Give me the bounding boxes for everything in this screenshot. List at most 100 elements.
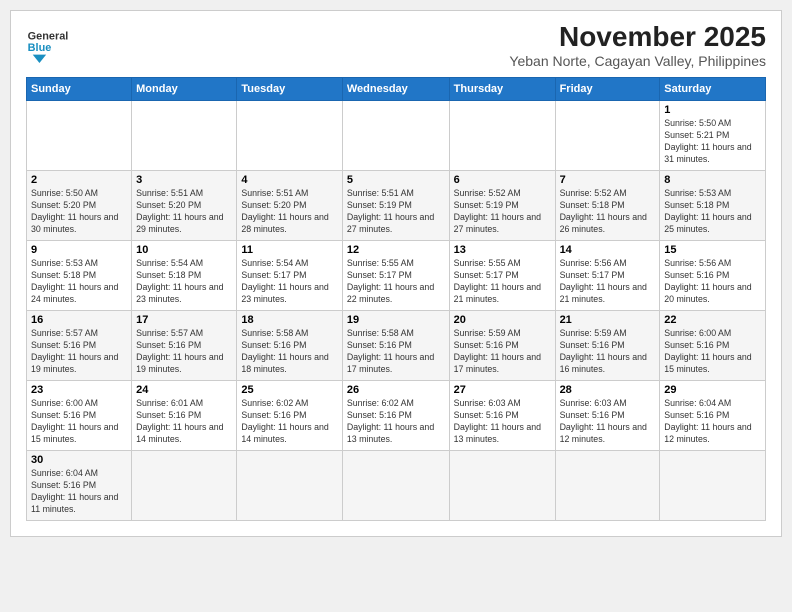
day-number: 11	[241, 244, 337, 256]
day-number: 8	[664, 174, 761, 186]
calendar-cell	[660, 451, 766, 521]
calendar-cell: 24 Sunrise: 6:01 AM Sunset: 5:16 PM Dayli…	[132, 381, 237, 451]
day-number: 28	[560, 384, 656, 396]
calendar-cell: 25Sunrise: 6:02 AM Sunset: 5:16 PM Dayli…	[237, 381, 342, 451]
day-number: 22	[664, 314, 761, 326]
calendar-cell: 5Sunrise: 5:51 AM Sunset: 5:19 PM Daylig…	[342, 171, 449, 241]
col-sunday: Sunday	[27, 78, 132, 101]
day-info: Sunrise: 5:57 AM Sunset: 5:16 PM Dayligh…	[136, 328, 232, 376]
day-number: 2	[31, 174, 127, 186]
calendar-week-row: 30 Sunrise: 6:04 AM Sunset: 5:16 PM Dayli…	[27, 451, 766, 521]
day-info: Sunrise: 5:51 AM Sunset: 5:20 PM Dayligh…	[241, 188, 337, 236]
calendar-cell	[237, 451, 342, 521]
day-number: 30	[31, 454, 127, 466]
calendar-cell: 16 Sunrise: 5:57 AM Sunset: 5:16 PM Dayli…	[27, 311, 132, 381]
generalblue-logo-icon: General Blue	[26, 21, 68, 63]
day-number: 10	[136, 244, 232, 256]
calendar-cell: 28 Sunrise: 6:03 AM Sunset: 5:16 PM Dayli…	[555, 381, 660, 451]
day-info: Sunrise: 6:04 AM Sunset: 5:16 PM Dayligh…	[664, 398, 761, 446]
header-row: Sunday Monday Tuesday Wednesday Thursday…	[27, 78, 766, 101]
day-number: 1	[664, 104, 761, 116]
calendar-cell: 2Sunrise: 5:50 AM Sunset: 5:20 PM Daylig…	[27, 171, 132, 241]
day-info: Sunrise: 6:03 AM Sunset: 5:16 PM Dayligh…	[454, 398, 551, 446]
day-info: Sunrise: 5:53 AM Sunset: 5:18 PM Dayligh…	[664, 188, 761, 236]
day-info: Sunrise: 6:01 AM Sunset: 5:16 PM Dayligh…	[136, 398, 232, 446]
day-info: Sunrise: 5:51 AM Sunset: 5:20 PM Dayligh…	[136, 188, 232, 236]
calendar-cell: 14Sunrise: 5:56 AM Sunset: 5:17 PM Dayli…	[555, 241, 660, 311]
calendar-cell: 26Sunrise: 6:02 AM Sunset: 5:16 PM Dayli…	[342, 381, 449, 451]
day-number: 7	[560, 174, 656, 186]
calendar-cell	[342, 101, 449, 171]
calendar-cell	[27, 101, 132, 171]
day-info: Sunrise: 5:52 AM Sunset: 5:19 PM Dayligh…	[454, 188, 551, 236]
day-info: Sunrise: 5:54 AM Sunset: 5:17 PM Dayligh…	[241, 258, 337, 306]
day-number: 3	[136, 174, 232, 186]
day-info: Sunrise: 5:59 AM Sunset: 5:16 PM Dayligh…	[560, 328, 656, 376]
day-info: Sunrise: 5:59 AM Sunset: 5:16 PM Dayligh…	[454, 328, 551, 376]
calendar-week-row: 2Sunrise: 5:50 AM Sunset: 5:20 PM Daylig…	[27, 171, 766, 241]
calendar-cell	[132, 101, 237, 171]
calendar-cell: 30 Sunrise: 6:04 AM Sunset: 5:16 PM Dayli…	[27, 451, 132, 521]
day-number: 29	[664, 384, 761, 396]
day-info: Sunrise: 5:57 AM Sunset: 5:16 PM Dayligh…	[31, 328, 127, 376]
svg-text:Blue: Blue	[28, 42, 52, 54]
calendar-week-row: 1 Sunrise: 5:50 AM Sunset: 5:21 PM Daylig…	[27, 101, 766, 171]
calendar-cell	[555, 101, 660, 171]
day-number: 27	[454, 384, 551, 396]
calendar-page: General Blue November 2025 Yeban Norte, …	[10, 10, 782, 537]
calendar-cell: 7Sunrise: 5:52 AM Sunset: 5:18 PM Daylig…	[555, 171, 660, 241]
calendar-cell: 19Sunrise: 5:58 AM Sunset: 5:16 PM Dayli…	[342, 311, 449, 381]
calendar-cell: 9Sunrise: 5:53 AM Sunset: 5:18 PM Daylig…	[27, 241, 132, 311]
calendar-cell	[555, 451, 660, 521]
day-info: Sunrise: 5:55 AM Sunset: 5:17 PM Dayligh…	[347, 258, 445, 306]
calendar-cell: 18Sunrise: 5:58 AM Sunset: 5:16 PM Dayli…	[237, 311, 342, 381]
calendar-cell: 4 Sunrise: 5:51 AM Sunset: 5:20 PM Daylig…	[237, 171, 342, 241]
calendar-cell: 22 Sunrise: 6:00 AM Sunset: 5:16 PM Dayli…	[660, 311, 766, 381]
calendar-cell: 21Sunrise: 5:59 AM Sunset: 5:16 PM Dayli…	[555, 311, 660, 381]
calendar-cell: 27 Sunrise: 6:03 AM Sunset: 5:16 PM Dayli…	[449, 381, 555, 451]
day-number: 24	[136, 384, 232, 396]
calendar-table: Sunday Monday Tuesday Wednesday Thursday…	[26, 77, 766, 521]
calendar-cell	[449, 451, 555, 521]
calendar-header: Sunday Monday Tuesday Wednesday Thursday…	[27, 78, 766, 101]
day-number: 14	[560, 244, 656, 256]
day-number: 4	[241, 174, 337, 186]
col-wednesday: Wednesday	[342, 78, 449, 101]
calendar-cell: 12 Sunrise: 5:55 AM Sunset: 5:17 PM Dayli…	[342, 241, 449, 311]
day-number: 12	[347, 244, 445, 256]
calendar-cell: 8 Sunrise: 5:53 AM Sunset: 5:18 PM Daylig…	[660, 171, 766, 241]
calendar-cell: 6Sunrise: 5:52 AM Sunset: 5:19 PM Daylig…	[449, 171, 555, 241]
calendar-cell: 3 Sunrise: 5:51 AM Sunset: 5:20 PM Daylig…	[132, 171, 237, 241]
calendar-cell: 17Sunrise: 5:57 AM Sunset: 5:16 PM Dayli…	[132, 311, 237, 381]
day-info: Sunrise: 6:00 AM Sunset: 5:16 PM Dayligh…	[31, 398, 127, 446]
calendar-cell: 23 Sunrise: 6:00 AM Sunset: 5:16 PM Dayli…	[27, 381, 132, 451]
calendar-cell: 20Sunrise: 5:59 AM Sunset: 5:16 PM Dayli…	[449, 311, 555, 381]
col-tuesday: Tuesday	[237, 78, 342, 101]
location-title: Yeban Norte, Cagayan Valley, Philippines	[509, 53, 766, 69]
calendar-cell: 11 Sunrise: 5:54 AM Sunset: 5:17 PM Dayli…	[237, 241, 342, 311]
month-title: November 2025	[509, 21, 766, 53]
day-number: 23	[31, 384, 127, 396]
day-info: Sunrise: 5:56 AM Sunset: 5:16 PM Dayligh…	[664, 258, 761, 306]
logo-area: General Blue	[26, 21, 68, 63]
day-number: 5	[347, 174, 445, 186]
calendar-body: 1 Sunrise: 5:50 AM Sunset: 5:21 PM Daylig…	[27, 101, 766, 521]
header: General Blue November 2025 Yeban Norte, …	[26, 21, 766, 69]
day-number: 16	[31, 314, 127, 326]
day-info: Sunrise: 6:02 AM Sunset: 5:16 PM Dayligh…	[347, 398, 445, 446]
day-info: Sunrise: 6:03 AM Sunset: 5:16 PM Dayligh…	[560, 398, 656, 446]
calendar-cell: 10 Sunrise: 5:54 AM Sunset: 5:18 PM Dayli…	[132, 241, 237, 311]
day-info: Sunrise: 5:54 AM Sunset: 5:18 PM Dayligh…	[136, 258, 232, 306]
calendar-cell	[237, 101, 342, 171]
title-area: November 2025 Yeban Norte, Cagayan Valle…	[509, 21, 766, 69]
calendar-cell: 1 Sunrise: 5:50 AM Sunset: 5:21 PM Daylig…	[660, 101, 766, 171]
col-saturday: Saturday	[660, 78, 766, 101]
day-number: 18	[241, 314, 337, 326]
calendar-cell	[132, 451, 237, 521]
day-info: Sunrise: 6:04 AM Sunset: 5:16 PM Dayligh…	[31, 468, 127, 516]
day-info: Sunrise: 5:50 AM Sunset: 5:21 PM Dayligh…	[664, 118, 761, 166]
day-number: 13	[454, 244, 551, 256]
day-info: Sunrise: 6:00 AM Sunset: 5:16 PM Dayligh…	[664, 328, 761, 376]
day-number: 25	[241, 384, 337, 396]
day-info: Sunrise: 5:58 AM Sunset: 5:16 PM Dayligh…	[347, 328, 445, 376]
